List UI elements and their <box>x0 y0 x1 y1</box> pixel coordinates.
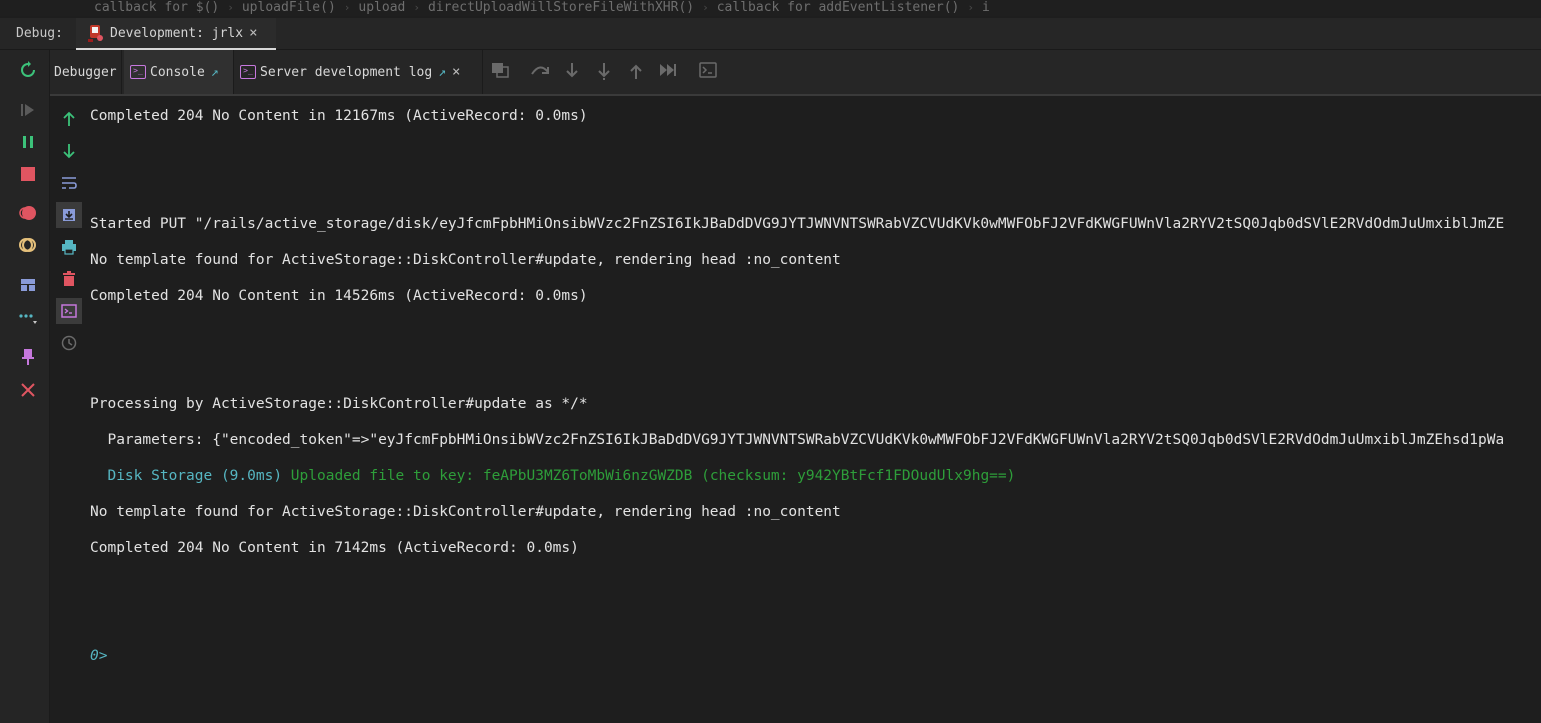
step-out-icon[interactable] <box>626 62 646 82</box>
scroll-to-end-icon[interactable] <box>56 202 82 228</box>
rerun-icon[interactable] <box>18 60 38 80</box>
run-to-cursor-icon[interactable] <box>658 62 678 82</box>
debug-session-tab[interactable]: Development: jrlx × <box>76 18 276 50</box>
breadcrumb-item[interactable]: callback for $() <box>94 0 219 15</box>
step-over-icon[interactable] <box>530 62 550 82</box>
close-icon[interactable]: × <box>249 25 257 41</box>
chevron-right-icon: › <box>413 1 420 14</box>
evaluate-expression-icon[interactable] <box>698 62 718 82</box>
console-icon[interactable] <box>56 298 82 324</box>
history-icon[interactable] <box>56 330 82 356</box>
chevron-right-icon: › <box>967 1 974 14</box>
rails-icon <box>88 24 104 42</box>
breadcrumb-item[interactable]: uploadFile() <box>242 0 336 15</box>
tab-server-log[interactable]: >_ Server development log ↗ × <box>234 50 483 94</box>
disk-storage-label: Disk Storage (9.0ms) <box>90 468 283 484</box>
console-line: No template found for ActiveStorage::Dis… <box>90 504 841 520</box>
step-into-icon[interactable] <box>562 62 582 82</box>
scroll-up-icon[interactable] <box>56 106 82 132</box>
debug-actions-toolbar <box>0 50 50 723</box>
tab-debugger[interactable]: Debugger <box>50 50 122 94</box>
close-icon[interactable]: × <box>452 64 460 80</box>
scroll-down-icon[interactable] <box>56 138 82 164</box>
clear-icon[interactable] <box>56 266 82 292</box>
chevron-right-icon: › <box>227 1 234 14</box>
debug-session-title: Development: jrlx <box>110 25 244 41</box>
breadcrumb-item[interactable]: i <box>982 0 990 15</box>
console-line: Parameters: {"encoded_token"=>"eyJfcmFpb… <box>90 432 1505 448</box>
resume-icon[interactable] <box>18 100 38 120</box>
debug-tool-window-header: Debug: Development: jrlx × <box>0 18 1541 50</box>
force-step-into-icon[interactable] <box>594 62 614 82</box>
soft-wrap-icon[interactable] <box>56 170 82 196</box>
stop-icon[interactable] <box>18 164 38 184</box>
console-icon: >_ <box>130 65 146 79</box>
console-line: Disk Storage (9.0ms) Uploaded file to ke… <box>90 468 1015 484</box>
console-gutter-toolbar <box>50 96 88 723</box>
console-line: No template found for ActiveStorage::Dis… <box>90 252 841 268</box>
tab-server-log-label: Server development log <box>260 64 433 80</box>
tab-console-label: Console <box>150 64 205 80</box>
tab-console[interactable]: >_ Console ↗ <box>124 50 234 94</box>
view-breakpoints-icon[interactable] <box>18 203 38 223</box>
pause-icon[interactable] <box>18 132 38 152</box>
console-prompt[interactable]: 0> <box>90 648 107 664</box>
debug-tabs-toolbar: Debugger >_ Console ↗ >_ Server developm… <box>50 50 1541 96</box>
upload-message: Uploaded file to key: feAPbU3MZ6ToMbWi6n… <box>282 468 1016 484</box>
chevron-right-icon: › <box>343 1 351 14</box>
debug-label: Debug: <box>16 26 63 41</box>
console-line: Completed 204 No Content in 14526ms (Act… <box>90 288 588 304</box>
mute-breakpoints-icon[interactable] <box>18 235 38 255</box>
console-line: Started PUT "/rails/active_storage/disk/… <box>90 216 1505 232</box>
console-line: Completed 204 No Content in 7142ms (Acti… <box>90 540 579 556</box>
console-icon: >_ <box>240 65 256 79</box>
console-line: Completed 204 No Content in 12167ms (Act… <box>90 108 588 124</box>
arrow-up-right-icon: ↗ <box>210 64 219 80</box>
breadcrumb: callback for $() › uploadFile() › upload › dir… <box>0 0 1541 16</box>
pin-icon[interactable] <box>18 347 38 367</box>
arrow-up-right-icon: ↗ <box>438 64 447 80</box>
tab-debugger-label: Debugger <box>54 64 117 80</box>
chevron-right-icon: › <box>702 1 709 14</box>
console-line: Processing by ActiveStorage::DiskControl… <box>90 396 588 412</box>
breadcrumb-item[interactable]: upload <box>358 0 405 15</box>
more-icon[interactable] <box>18 307 38 327</box>
console-output[interactable]: Completed 204 No Content in 12167ms (Act… <box>90 96 1541 723</box>
close-icon[interactable] <box>18 380 38 400</box>
restore-layout-icon[interactable] <box>490 62 510 82</box>
print-icon[interactable] <box>56 234 82 260</box>
breadcrumb-item[interactable]: directUploadWillStoreFileWithXHR() <box>428 0 694 15</box>
breadcrumb-item[interactable]: callback for addEventListener() <box>717 0 960 15</box>
layout-icon[interactable] <box>18 275 38 295</box>
